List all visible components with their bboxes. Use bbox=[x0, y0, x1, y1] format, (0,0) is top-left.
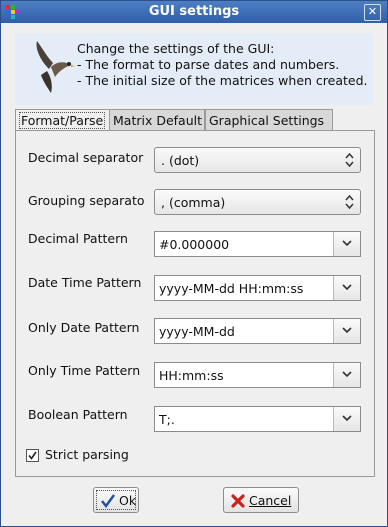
cancel-label: Cancel bbox=[249, 493, 292, 508]
gui-settings-window: GUI settings ✕ Change the settings of th… bbox=[0, 0, 388, 527]
chevron-down-icon bbox=[342, 415, 352, 422]
title-bar[interactable]: GUI settings ✕ bbox=[1, 1, 387, 23]
boolean-pattern-label: Boolean Pattern bbox=[28, 407, 128, 422]
only-date-pattern-dropdown-button[interactable] bbox=[333, 319, 360, 343]
chevron-down-icon bbox=[342, 327, 352, 334]
chevron-down-icon bbox=[342, 371, 352, 378]
checkmark-icon bbox=[28, 451, 37, 460]
decimal-separator-value: . (dot) bbox=[161, 153, 200, 168]
tab-matrix-default[interactable]: Matrix Default bbox=[109, 109, 205, 132]
header-line-2: - The format to parse dates and numbers. bbox=[77, 57, 340, 72]
boolean-pattern-combo[interactable]: T;. bbox=[154, 406, 361, 432]
only-date-pattern-combo[interactable]: yyyy-MM-dd bbox=[154, 318, 361, 344]
grouping-separator-value: , (comma) bbox=[161, 195, 226, 210]
only-time-pattern-value[interactable]: HH:mm:ss bbox=[159, 368, 224, 383]
cancel-button[interactable]: Cancel bbox=[223, 487, 299, 513]
date-time-pattern-label: Date Time Pattern bbox=[28, 275, 142, 290]
checkbox-box[interactable] bbox=[26, 449, 39, 462]
only-time-pattern-combo[interactable]: HH:mm:ss bbox=[154, 362, 361, 388]
decimal-pattern-value[interactable]: #0.000000 bbox=[159, 237, 229, 252]
cancel-icon bbox=[231, 494, 245, 508]
info-header: Change the settings of the GUI: - The fo… bbox=[15, 33, 373, 105]
decimal-pattern-label: Decimal Pattern bbox=[28, 231, 128, 246]
only-date-pattern-label: Only Date Pattern bbox=[28, 320, 140, 335]
ok-label: Ok bbox=[119, 493, 137, 508]
header-text: Change the settings of the GUI: - The fo… bbox=[77, 41, 368, 89]
date-time-pattern-dropdown-button[interactable] bbox=[333, 276, 360, 300]
bird-icon bbox=[36, 41, 75, 93]
tab-label: Graphical Settings bbox=[209, 113, 325, 128]
updown-arrows-icon bbox=[345, 194, 354, 210]
tab-label: Matrix Default bbox=[113, 113, 203, 128]
format-parse-panel: Decimal separator . (dot) Grouping separ… bbox=[15, 130, 375, 477]
grouping-separator-label: Grouping separato bbox=[28, 193, 145, 208]
chevron-down-icon bbox=[342, 284, 352, 291]
updown-arrows-icon bbox=[345, 152, 354, 168]
tab-graphical-settings[interactable]: Graphical Settings bbox=[205, 109, 333, 132]
boolean-pattern-value[interactable]: T;. bbox=[159, 412, 175, 427]
tab-bar: Format/Parse Matrix Default Graphical Se… bbox=[15, 109, 333, 133]
date-time-pattern-combo[interactable]: yyyy-MM-dd HH:mm:ss bbox=[154, 275, 361, 301]
decimal-separator-label: Decimal separator bbox=[28, 150, 144, 165]
decimal-pattern-combo[interactable]: #0.000000 bbox=[154, 231, 361, 257]
chevron-down-icon bbox=[342, 240, 352, 247]
only-time-pattern-dropdown-button[interactable] bbox=[333, 363, 360, 387]
window-title: GUI settings bbox=[148, 4, 240, 19]
checkmark-icon bbox=[101, 494, 115, 508]
boolean-pattern-dropdown-button[interactable] bbox=[333, 407, 360, 431]
decimal-separator-select[interactable]: . (dot) bbox=[154, 147, 361, 173]
close-icon[interactable]: ✕ bbox=[364, 4, 381, 21]
ok-button[interactable]: Ok bbox=[93, 487, 139, 513]
tab-label: Format/Parse bbox=[19, 112, 106, 129]
only-time-pattern-label: Only Time Pattern bbox=[28, 363, 141, 378]
decimal-pattern-dropdown-button[interactable] bbox=[333, 232, 360, 256]
only-date-pattern-value[interactable]: yyyy-MM-dd bbox=[159, 324, 235, 339]
header-line-3: - The initial size of the matrices when … bbox=[77, 73, 368, 88]
date-time-pattern-value[interactable]: yyyy-MM-dd HH:mm:ss bbox=[159, 281, 303, 296]
header-line-1: Change the settings of the GUI: bbox=[77, 41, 275, 56]
grouping-separator-select[interactable]: , (comma) bbox=[154, 189, 361, 215]
strict-parsing-label: Strict parsing bbox=[45, 447, 129, 462]
